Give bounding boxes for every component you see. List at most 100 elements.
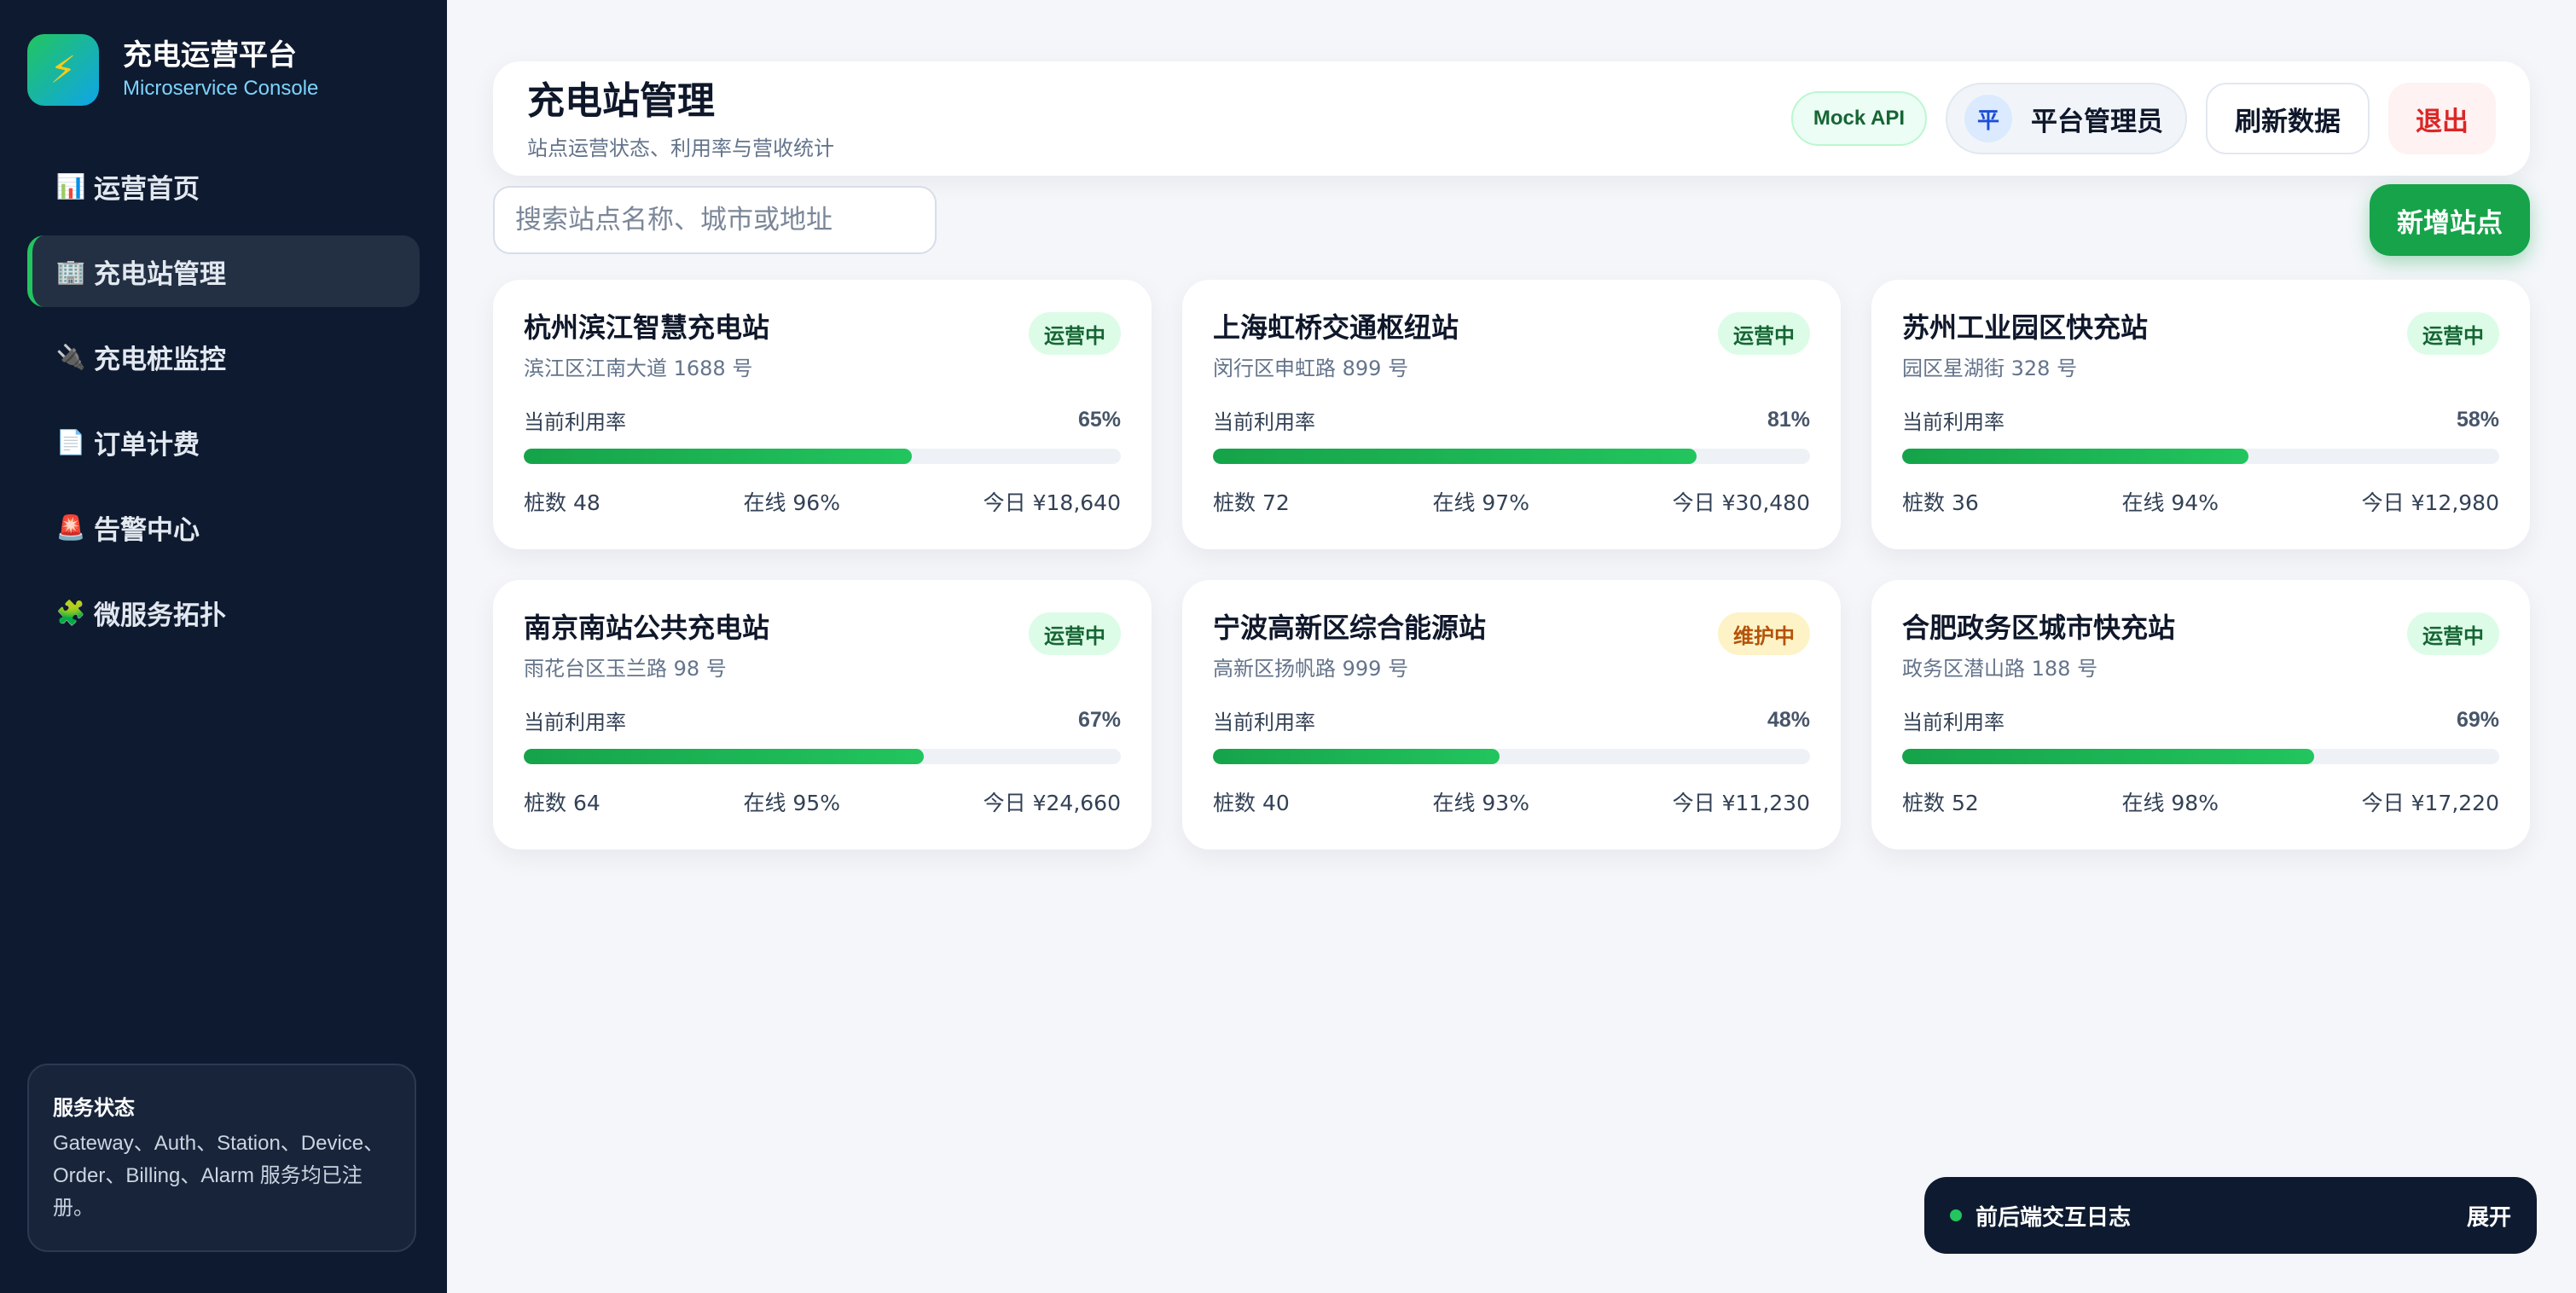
station-card[interactable]: 宁波高新区综合能源站 高新区扬帆路 999 号 维护中 当前利用率 48% 桩数… [1182, 580, 1841, 849]
sidebar-item-billing[interactable]: 📄 订单计费 [27, 406, 420, 478]
status-badge: 运营中 [2407, 612, 2499, 655]
today-revenue: 今日 ¥11,230 [1672, 791, 1810, 815]
station-card[interactable]: 苏州工业园区快充站 园区星湖街 328 号 运营中 当前利用率 58% 桩数 3… [1871, 280, 2530, 549]
interaction-log-panel[interactable]: 前后端交互日志 展开 [1924, 1177, 2537, 1254]
station-name: 宁波高新区综合能源站 [1213, 612, 1487, 644]
online-rate: 在线 95% [743, 791, 840, 815]
utilization-value: 69% [2456, 708, 2499, 732]
utilization-bar [1902, 449, 2499, 464]
station-stats: 桩数 48 在线 96% 今日 ¥18,640 [524, 486, 1121, 517]
utilization-label: 当前利用率 [1213, 710, 1315, 734]
page-title: 充电站管理 [527, 78, 715, 123]
station-info: 杭州滨江智慧充电站 滨江区江南大道 1688 号 [524, 309, 769, 381]
utilization-value: 65% [1077, 408, 1121, 432]
main-content: 充电站管理 站点运营状态、利用率与营收统计 Mock API 平 平台管理员 刷… [447, 0, 2576, 1293]
station-card[interactable]: 南京南站公共充电站 雨花台区玉兰路 98 号 运营中 当前利用率 67% 桩数 … [493, 580, 1152, 849]
utilization-value: 81% [1767, 408, 1810, 432]
add-station-button[interactable]: 新增站点 [2370, 184, 2530, 256]
lightning-icon: ⚡ [27, 34, 99, 106]
search-input[interactable] [493, 186, 937, 254]
station-name: 杭州滨江智慧充电站 [524, 311, 770, 344]
utilization-value: 67% [1077, 708, 1121, 732]
sidebar-item-topology[interactable]: 🧩 微服务拓扑 [27, 577, 420, 648]
plug-icon: 🔌 [55, 342, 86, 371]
station-card[interactable]: 合肥政务区城市快充站 政务区潜山路 188 号 运营中 当前利用率 69% 桩数… [1871, 580, 2530, 849]
utilization-label: 当前利用率 [1213, 410, 1315, 434]
station-stats: 桩数 72 在线 97% 今日 ¥30,480 [1213, 486, 1810, 517]
online-rate: 在线 96% [743, 490, 840, 515]
utilization-label: 当前利用率 [1902, 710, 2005, 734]
utilization-row: 当前利用率 69% [1902, 705, 2499, 735]
service-status-panel: 服务状态 Gateway、Auth、Station、Device、Order、B… [27, 1064, 416, 1252]
utilization-bar-fill [1213, 749, 1500, 764]
station-stats: 桩数 52 在线 98% 今日 ¥17,220 [1902, 786, 2499, 817]
station-name: 南京南站公共充电站 [524, 612, 770, 644]
utilization-row: 当前利用率 67% [524, 705, 1121, 735]
status-badge: 运营中 [1718, 312, 1810, 355]
station-card-header: 苏州工业园区快充站 园区星湖街 328 号 运营中 [1902, 309, 2499, 381]
utilization-value: 48% [1767, 708, 1810, 732]
utilization-bar [524, 449, 1121, 464]
brand-text: 充电运营平台 Microservice Console [123, 37, 318, 103]
utilization-bar-fill [524, 749, 924, 764]
sidebar-item-label: 充电桩监控 [94, 344, 226, 375]
service-status-title: 服务状态 [53, 1096, 135, 1120]
station-info: 上海虹桥交通枢纽站 闵行区申虹路 899 号 [1213, 309, 1459, 381]
page-header: 充电站管理 站点运营状态、利用率与营收统计 Mock API 平 平台管理员 刷… [493, 61, 2530, 176]
user-menu[interactable]: 平 平台管理员 [1946, 83, 2187, 154]
sidebar-item-pile-monitor[interactable]: 🔌 充电桩监控 [27, 321, 420, 392]
station-address: 高新区扬帆路 999 号 [1213, 657, 1409, 681]
building-icon: 🏢 [55, 257, 86, 286]
utilization-bar-fill [1902, 749, 2314, 764]
status-badge: 维护中 [1718, 612, 1810, 655]
station-card-header: 宁波高新区综合能源站 高新区扬帆路 999 号 维护中 [1213, 609, 1810, 681]
logout-button[interactable]: 退出 [2388, 83, 2496, 154]
station-card-header: 杭州滨江智慧充电站 滨江区江南大道 1688 号 运营中 [524, 309, 1121, 381]
pile-count: 桩数 72 [1213, 490, 1290, 515]
brand: ⚡ 充电运营平台 Microservice Console [27, 34, 420, 106]
station-card-header: 合肥政务区城市快充站 政务区潜山路 188 号 运营中 [1902, 609, 2499, 681]
station-name: 苏州工业园区快充站 [1902, 311, 2149, 344]
refresh-button[interactable]: 刷新数据 [2206, 83, 2370, 154]
toolbar: 新增站点 [493, 184, 2530, 256]
online-rate: 在线 93% [1432, 791, 1529, 815]
station-stats: 桩数 40 在线 93% 今日 ¥11,230 [1213, 786, 1810, 817]
station-name: 上海虹桥交通枢纽站 [1213, 311, 1459, 344]
utilization-label: 当前利用率 [524, 710, 626, 734]
station-info: 苏州工业园区快充站 园区星湖街 328 号 [1902, 309, 2148, 381]
station-grid: 杭州滨江智慧充电站 滨江区江南大道 1688 号 运营中 当前利用率 65% 桩… [493, 280, 2530, 849]
station-card[interactable]: 杭州滨江智慧充电站 滨江区江南大道 1688 号 运营中 当前利用率 65% 桩… [493, 280, 1152, 549]
online-rate: 在线 94% [2121, 490, 2219, 515]
utilization-row: 当前利用率 48% [1213, 705, 1810, 735]
online-rate: 在线 98% [2121, 791, 2219, 815]
utilization-bar-fill [1902, 449, 2248, 464]
document-icon: 📄 [55, 427, 86, 456]
utilization-label: 当前利用率 [1902, 410, 2005, 434]
today-revenue: 今日 ¥17,220 [2361, 791, 2499, 815]
pile-count: 桩数 64 [524, 791, 600, 815]
sidebar-item-alarms[interactable]: 🚨 告警中心 [27, 491, 420, 563]
puzzle-icon: 🧩 [55, 598, 86, 627]
today-revenue: 今日 ¥24,660 [983, 791, 1121, 815]
sidebar-item-stations[interactable]: 🏢 充电站管理 [27, 235, 420, 307]
brand-title: 充电运营平台 [123, 38, 297, 72]
pile-count: 桩数 40 [1213, 791, 1290, 815]
station-card[interactable]: 上海虹桥交通枢纽站 闵行区申虹路 899 号 运营中 当前利用率 81% 桩数 … [1182, 280, 1841, 549]
utilization-row: 当前利用率 81% [1213, 405, 1810, 435]
utilization-value: 58% [2456, 408, 2499, 432]
sidebar-item-label: 运营首页 [94, 173, 200, 205]
online-rate: 在线 97% [1432, 490, 1529, 515]
header-actions: Mock API 平 平台管理员 刷新数据 退出 [1790, 83, 2496, 154]
brand-subtitle: Microservice Console [123, 77, 319, 100]
sidebar-item-dashboard[interactable]: 📊 运营首页 [27, 150, 420, 222]
station-stats: 桩数 64 在线 95% 今日 ¥24,660 [524, 786, 1121, 817]
log-panel-left: 前后端交互日志 [1950, 1200, 2131, 1232]
today-revenue: 今日 ¥30,480 [1672, 490, 1810, 515]
sidebar-nav: 📊 运营首页 🏢 充电站管理 🔌 充电桩监控 📄 订单计费 🚨 告警中心 🧩 微… [27, 150, 420, 648]
utilization-bar-fill [1213, 449, 1697, 464]
app-root: ⚡ 充电运营平台 Microservice Console 📊 运营首页 🏢 充… [0, 0, 2576, 1293]
station-address: 园区星湖街 328 号 [1902, 357, 2078, 380]
status-dot-icon [1950, 1209, 1962, 1221]
expand-log-button[interactable]: 展开 [2467, 1200, 2511, 1232]
station-info: 南京南站公共充电站 雨花台区玉兰路 98 号 [524, 609, 769, 681]
